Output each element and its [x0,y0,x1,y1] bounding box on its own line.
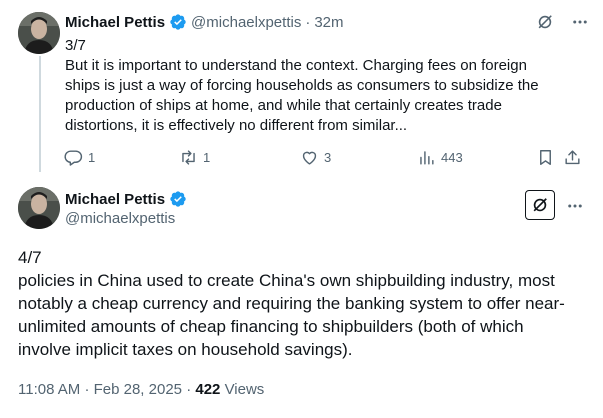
verified-badge-icon [169,190,187,208]
like-icon [302,151,317,165]
share-button[interactable] [563,146,582,168]
author-handle[interactable]: @michaelxpettis [191,14,301,31]
thread-connector-line [39,56,41,172]
tweet-author: Michael Pettis [65,189,187,209]
tweet-meta: 11:08 AM · Feb 28, 2025 · 422 Views [18,381,264,398]
grok-icon [533,198,547,212]
tweet-text-line: 4/7 [18,248,42,267]
reply-icon [64,149,83,166]
verified-badge-icon [169,13,187,31]
separator-dot: · [84,381,90,398]
share-icon [565,149,580,164]
retweet-button[interactable]: 1 [179,146,210,168]
reply-count: 1 [88,149,96,165]
author-name[interactable]: Michael Pettis [65,14,165,31]
bookmark-button[interactable] [536,146,555,168]
view-count: 443 [441,149,463,165]
more-icon[interactable] [571,13,589,31]
avatar[interactable] [18,12,60,54]
tweet-header: Michael Pettis @michaelxpettis · 32m [65,10,344,34]
tweet-time[interactable]: 11:08 AM [18,381,80,398]
tweet-text-line: policies in China used to create China's… [18,271,555,290]
more-icon[interactable] [566,197,584,220]
avatar[interactable] [18,187,60,229]
tweet-text-line: distortions, it is effectively no differ… [65,117,408,134]
views-label: Views [224,381,265,398]
author-name[interactable]: Michael Pettis [65,191,165,208]
tweet-text: 4/7 policies in China used to create Chi… [18,246,593,361]
tweet-time[interactable]: 32m [314,14,343,31]
tweet-text-line: ships is just a way of forcing household… [65,77,539,94]
tweet-text-line: But it is important to understand the co… [65,57,527,74]
tweet-1[interactable]: Michael Pettis @michaelxpettis · 32m 3/7… [0,0,603,172]
tweet-text: 3/7 But it is important to understand th… [65,36,575,136]
views-count: 422 [195,381,221,398]
retweet-icon [182,149,195,165]
reply-button[interactable]: 1 [64,146,95,168]
tweet-text-line: involve implicit taxes on household savi… [18,340,353,359]
tweet-text-line: notably a cheap currency and requiring t… [18,294,565,313]
like-button[interactable]: 3 [300,146,331,168]
tweet-date[interactable]: Feb 28, 2025 [94,381,182,398]
bookmark-icon [540,149,551,165]
separator-dot: · [305,13,311,31]
tweet-top-actions [535,12,589,32]
separator-dot: · [186,381,192,398]
tweet-action-bar: 1 1 3 443 [64,146,584,168]
tweet-text-line: 3/7 [65,37,86,54]
grok-icon[interactable] [535,12,555,32]
author-handle[interactable]: @michaelxpettis [65,210,175,227]
grok-button[interactable] [525,190,555,220]
like-count: 3 [324,149,332,165]
views-icon [420,150,434,165]
retweet-count: 1 [203,149,211,165]
tweet-text-line: unlimited amounts of cheap financing to … [18,317,524,336]
views-button[interactable]: 443 [417,146,463,168]
tweet-text-line: production of ships at home, and while t… [65,97,502,114]
